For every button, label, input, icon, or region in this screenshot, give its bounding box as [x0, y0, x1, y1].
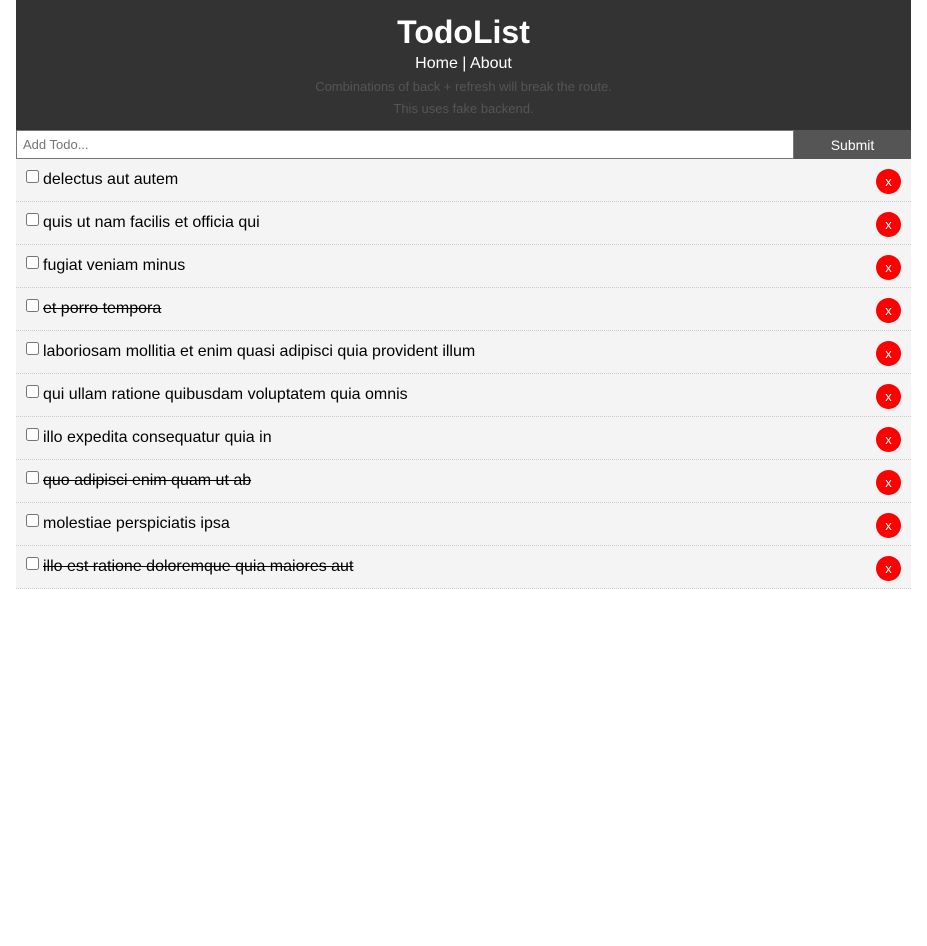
nav-home-link[interactable]: Home [415, 55, 458, 72]
todo-checkbox[interactable] [26, 514, 39, 527]
todo-title: delectus aut autem [43, 171, 179, 188]
submit-button[interactable]: Submit [794, 130, 911, 159]
delete-todo-button[interactable]: x [876, 427, 901, 452]
todo-title: illo est ratione doloremque quia maiores… [43, 558, 354, 575]
delete-todo-button[interactable]: x [876, 556, 901, 581]
todo-title: molestiae perspiciatis ipsa [43, 515, 230, 532]
nav-bar: Home | About [16, 54, 911, 74]
delete-todo-button[interactable]: x [876, 169, 901, 194]
add-todo-input[interactable] [16, 130, 794, 159]
todo-title: fugiat veniam minus [43, 257, 186, 274]
todo-item: fugiat veniam minus x [16, 245, 911, 288]
todo-checkbox[interactable] [26, 299, 39, 312]
todo-checkbox[interactable] [26, 342, 39, 355]
todo-item: illo est ratione doloremque quia maiores… [16, 546, 911, 589]
todo-title: laboriosam mollitia et enim quasi adipis… [43, 343, 476, 360]
todo-list: delectus aut autem x quis ut nam facilis e… [16, 159, 911, 589]
route-warning-note: Combinations of back + refresh will brea… [315, 79, 612, 94]
nav-separator: | [457, 55, 471, 72]
todo-checkbox[interactable] [26, 170, 39, 183]
delete-todo-button[interactable]: x [876, 384, 901, 409]
todo-title: illo expedita consequatur quia in [43, 429, 272, 446]
todo-item: illo expedita consequatur quia in x [16, 417, 911, 460]
todo-item: delectus aut autem x [16, 159, 911, 202]
todo-checkbox[interactable] [26, 471, 39, 484]
app-title: TodoList [397, 14, 530, 50]
todo-title: qui ullam ratione quibusdam voluptatem q… [43, 386, 408, 403]
nav-about-link[interactable]: About [470, 55, 512, 72]
todo-item: quo adipisci enim quam ut ab x [16, 460, 911, 503]
todo-checkbox[interactable] [26, 213, 39, 226]
todo-item: molestiae perspiciatis ipsa x [16, 503, 911, 546]
delete-todo-button[interactable]: x [876, 341, 901, 366]
fake-backend-note: This uses fake backend. [393, 101, 534, 116]
delete-todo-button[interactable]: x [876, 298, 901, 323]
delete-todo-button[interactable]: x [876, 470, 901, 495]
todo-checkbox[interactable] [26, 557, 39, 570]
todo-item: qui ullam ratione quibusdam voluptatem q… [16, 374, 911, 417]
delete-todo-button[interactable]: x [876, 212, 901, 237]
todo-checkbox[interactable] [26, 428, 39, 441]
add-todo-form: Submit [16, 130, 911, 159]
todo-item: laboriosam mollitia et enim quasi adipis… [16, 331, 911, 374]
todo-item: et porro tempora x [16, 288, 911, 331]
todo-title: et porro tempora [43, 300, 162, 317]
todo-checkbox[interactable] [26, 256, 39, 269]
todo-checkbox[interactable] [26, 385, 39, 398]
delete-todo-button[interactable]: x [876, 513, 901, 538]
app-header: TodoList Home | About Combinations of ba… [16, 0, 911, 130]
todo-title: quis ut nam facilis et officia qui [43, 214, 260, 231]
todo-title: quo adipisci enim quam ut ab [43, 472, 252, 489]
todo-item: quis ut nam facilis et officia qui x [16, 202, 911, 245]
delete-todo-button[interactable]: x [876, 255, 901, 280]
todo-app: TodoList Home | About Combinations of ba… [16, 0, 911, 589]
